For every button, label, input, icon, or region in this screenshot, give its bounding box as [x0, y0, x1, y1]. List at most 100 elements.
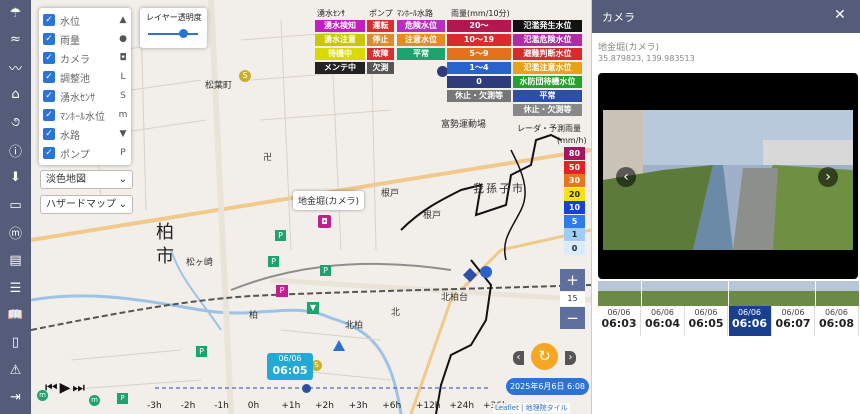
- layer-symbol-icon: P: [120, 148, 126, 158]
- timeline-tick[interactable]: +1h: [281, 401, 300, 411]
- camera-next-button[interactable]: ›: [818, 167, 838, 187]
- time-cell-date: 06/06: [607, 308, 631, 317]
- layer-row[interactable]: ✓ 湧水ｾﾝｻ S: [43, 88, 129, 104]
- timeline-tick[interactable]: 0h: [248, 401, 259, 411]
- skip-back-icon[interactable]: ⏮: [45, 380, 60, 396]
- pump-marker[interactable]: P: [196, 346, 207, 357]
- timeline-tick[interactable]: -2h: [181, 401, 196, 411]
- opacity-knob[interactable]: [179, 29, 188, 38]
- camera-prev-button[interactable]: ‹: [616, 167, 636, 187]
- info-icon[interactable]: ⓘ: [6, 141, 25, 160]
- layer-checkbox[interactable]: ✓: [43, 33, 55, 45]
- camera-marker[interactable]: ◘: [318, 215, 331, 228]
- pump-marker[interactable]: P: [320, 265, 331, 276]
- layer-row[interactable]: ✓ 調整池 L: [43, 69, 129, 85]
- time-cell-time: 06:03: [601, 317, 637, 330]
- radar-scale-step: 80: [564, 147, 585, 160]
- warning-icon[interactable]: ⚠: [6, 361, 25, 380]
- camera-thumbnail[interactable]: [641, 281, 685, 306]
- timeline-tick[interactable]: +2h: [315, 401, 334, 411]
- layer-row[interactable]: ✓ ポンプ P: [43, 145, 129, 161]
- station-name: 地金堀(カメラ): [598, 43, 660, 53]
- waterway-marker[interactable]: ▼: [307, 302, 319, 314]
- waves-icon[interactable]: ≈: [6, 30, 25, 49]
- play-icon[interactable]: ▶: [60, 380, 73, 396]
- legend-item: 氾濫注意水位: [513, 62, 582, 74]
- hurricane-icon[interactable]: ૭: [6, 113, 25, 132]
- spring-sensor-marker[interactable]: S: [239, 70, 251, 82]
- legend-item: 5～9: [447, 48, 511, 60]
- book-icon[interactable]: 📖: [6, 306, 25, 325]
- legend-item: 待機中: [315, 48, 365, 60]
- water-level-marker[interactable]: [333, 340, 345, 351]
- refresh-icon[interactable]: ↻: [531, 343, 558, 370]
- legend-item: 欠測: [367, 62, 394, 74]
- rain-gauge-marker[interactable]: [480, 266, 492, 278]
- pump-marker[interactable]: P: [268, 256, 279, 267]
- manhole-marker[interactable]: m: [89, 395, 100, 406]
- pump-marker[interactable]: P: [117, 393, 128, 404]
- time-cell[interactable]: 06/06 06:08: [815, 306, 859, 336]
- legend-item: 休止・欠測等: [513, 104, 582, 116]
- opacity-track[interactable]: [148, 33, 198, 35]
- layer-row[interactable]: ✓ 雨量 ●: [43, 31, 129, 47]
- camera-thumbnail[interactable]: [685, 281, 728, 306]
- logout-icon[interactable]: ⇥: [6, 388, 25, 407]
- list-icon[interactable]: ☰: [6, 279, 25, 298]
- download-icon[interactable]: ⬇: [6, 168, 25, 187]
- timeline-tick[interactable]: +12h: [416, 401, 441, 411]
- camera-thumbnail[interactable]: [815, 281, 859, 306]
- layer-checkbox[interactable]: ✓: [43, 52, 55, 64]
- layer-symbol-icon: ▲: [119, 15, 127, 25]
- manual-icon[interactable]: ▯: [6, 333, 25, 352]
- display-icon[interactable]: ▤: [6, 251, 25, 270]
- camera-thumbnail[interactable]: [772, 281, 815, 306]
- camera-thumbnail[interactable]: [598, 281, 641, 306]
- attribution[interactable]: Leaflet | 地理院タイル: [493, 403, 570, 413]
- legend-header: ポンプ: [369, 9, 393, 18]
- time-cell[interactable]: 06/06 06:05: [685, 306, 728, 336]
- layer-row[interactable]: ✓ ﾏﾝﾎｰﾙ水位 m: [43, 107, 129, 123]
- legend-item: 平常: [397, 48, 445, 60]
- timeline-tick[interactable]: +24h: [449, 401, 474, 411]
- layer-checkbox[interactable]: ✓: [43, 14, 55, 26]
- pump-marker[interactable]: P: [275, 230, 286, 241]
- close-icon[interactable]: ✕: [834, 7, 846, 23]
- monitor-icon[interactable]: ▭: [6, 196, 25, 215]
- river-icon[interactable]: 〰: [6, 58, 25, 77]
- layer-checkbox[interactable]: ✓: [43, 128, 55, 140]
- rain-cloud-icon[interactable]: ☂: [6, 4, 25, 23]
- basemap-select[interactable]: 淡色地図 ⌄: [40, 170, 133, 189]
- layer-checkbox[interactable]: ✓: [43, 90, 55, 102]
- hazard-select[interactable]: ハザードマップ ⌄: [40, 195, 133, 214]
- layer-label: ポンプ: [60, 149, 90, 161]
- layer-row[interactable]: ✓ カメラ ◘: [43, 50, 129, 66]
- prev-time-button[interactable]: ‹: [513, 351, 524, 365]
- time-cell[interactable]: 06/06 06:04: [641, 306, 685, 336]
- time-cell[interactable]: 06/06 06:07: [772, 306, 815, 336]
- layer-row[interactable]: ✓ 水路 ▼: [43, 126, 129, 142]
- camera-viewer: ‹ ›: [598, 73, 858, 279]
- map-view[interactable]: S ◘ P P P P ▼ P S m m P 松葉町 我孫子市 根戸 北柏 北…: [31, 0, 591, 414]
- skip-forward-icon[interactable]: ⏭: [72, 380, 87, 396]
- timeline-tick[interactable]: +6h: [382, 401, 401, 411]
- layer-checkbox[interactable]: ✓: [43, 109, 55, 121]
- camera-thumbnail[interactable]: [728, 281, 772, 306]
- map-label: 富勢運動場: [441, 120, 487, 130]
- time-cell[interactable]: 06/06 06:06: [728, 306, 772, 336]
- timeline-tick[interactable]: +3h: [349, 401, 368, 411]
- timeline-tick[interactable]: -1h: [214, 401, 229, 411]
- next-time-button[interactable]: ›: [565, 351, 576, 365]
- flood-house-icon[interactable]: ⌂: [6, 85, 25, 104]
- manhole-icon[interactable]: ⓜ: [6, 223, 25, 242]
- zoom-out-button[interactable]: −: [560, 307, 585, 329]
- legend-item: 氾濫危険水位: [513, 34, 582, 46]
- timeline-tick[interactable]: -3h: [147, 401, 162, 411]
- pump-running-marker[interactable]: P: [276, 285, 288, 297]
- time-cell[interactable]: 06/06 06:03: [598, 306, 641, 336]
- layer-checkbox[interactable]: ✓: [43, 147, 55, 159]
- zoom-in-button[interactable]: +: [560, 269, 585, 291]
- layer-row[interactable]: ✓ 水位 ▲: [43, 12, 129, 28]
- radar-scale-step: 30: [564, 174, 585, 187]
- layer-checkbox[interactable]: ✓: [43, 71, 55, 83]
